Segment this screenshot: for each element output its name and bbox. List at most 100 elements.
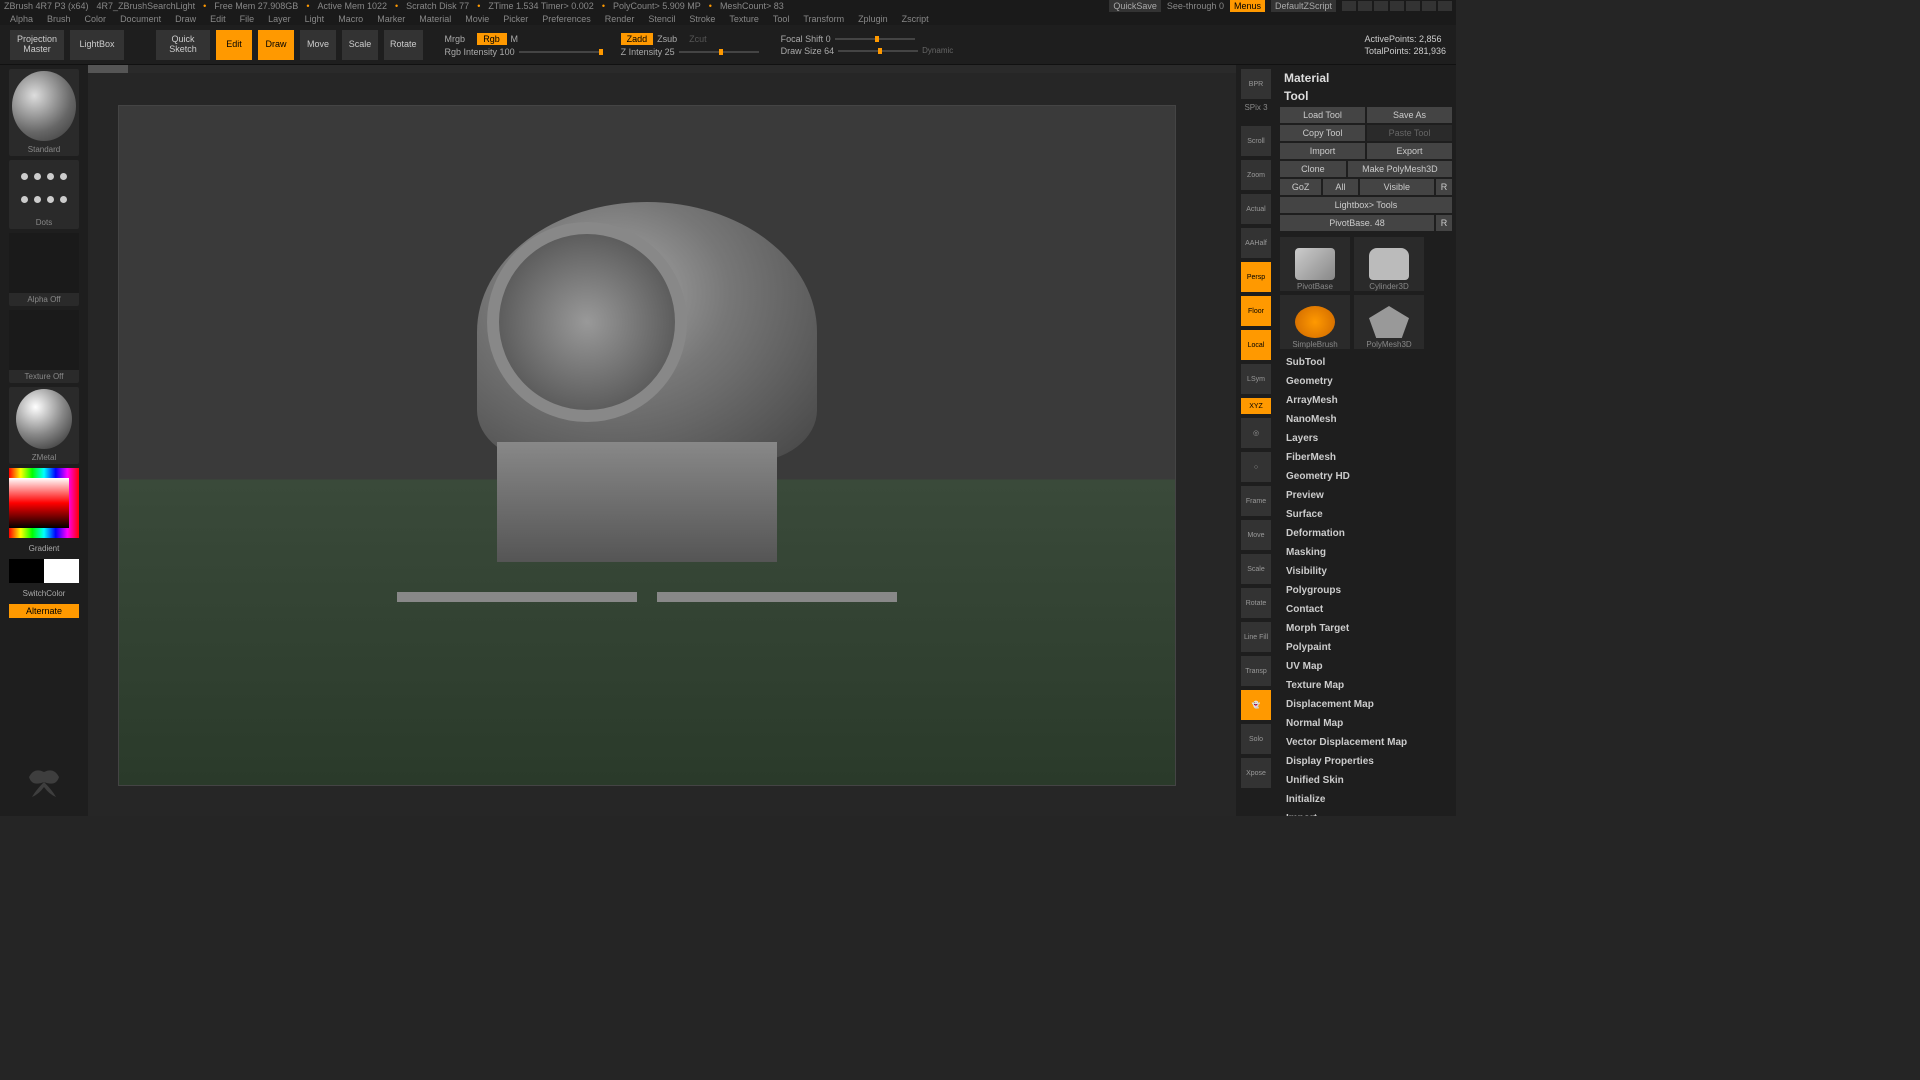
local-button[interactable]: Local <box>1241 330 1271 360</box>
section-subtool[interactable]: SubTool <box>1280 353 1452 372</box>
menu-item[interactable]: Layer <box>268 14 291 24</box>
menu-item[interactable]: Texture <box>729 14 759 24</box>
section-visibility[interactable]: Visibility <box>1280 562 1452 581</box>
pivot-slider[interactable]: PivotBase. 48 <box>1280 215 1434 231</box>
gradient-label[interactable]: Gradient <box>27 542 62 555</box>
clone-button[interactable]: Clone <box>1280 161 1346 177</box>
ghost-button[interactable]: 👻 <box>1241 690 1271 720</box>
paste-tool-button[interactable]: Paste Tool <box>1367 125 1452 141</box>
actual-button[interactable]: Actual <box>1241 194 1271 224</box>
section-initialize[interactable]: Initialize <box>1280 790 1452 809</box>
quicksketch-button[interactable]: Quick Sketch <box>156 30 210 60</box>
color-swatches[interactable] <box>9 559 79 583</box>
m-button[interactable]: M <box>511 34 539 44</box>
load-tool-button[interactable]: Load Tool <box>1280 107 1365 123</box>
material-header[interactable]: Material <box>1280 69 1452 87</box>
persp-button[interactable]: Persp <box>1241 262 1271 292</box>
menu-item[interactable]: Stroke <box>689 14 715 24</box>
viewport[interactable] <box>118 105 1176 786</box>
menu-item[interactable]: Render <box>605 14 635 24</box>
zcut-button[interactable]: Zcut <box>689 34 717 44</box>
section-geometry[interactable]: Geometry <box>1280 372 1452 391</box>
menu-item[interactable]: Zscript <box>902 14 929 24</box>
menu-item[interactable]: File <box>240 14 255 24</box>
draw-size-slider[interactable]: Draw Size 64 <box>781 46 835 56</box>
brush-selector[interactable]: Standard <box>9 69 79 156</box>
section-deformation[interactable]: Deformation <box>1280 524 1452 543</box>
scale-nav-button[interactable]: Scale <box>1241 554 1271 584</box>
menu-item[interactable]: Color <box>85 14 107 24</box>
section-geometryhd[interactable]: Geometry HD <box>1280 467 1452 486</box>
move-button[interactable]: Move <box>300 30 336 60</box>
section-texturemap[interactable]: Texture Map <box>1280 676 1452 695</box>
section-displacementmap[interactable]: Displacement Map <box>1280 695 1452 714</box>
window-icon[interactable] <box>1390 1 1404 11</box>
r-button[interactable]: R <box>1436 179 1452 195</box>
circle-button[interactable]: ○ <box>1241 452 1271 482</box>
lsym-button[interactable]: LSym <box>1241 364 1271 394</box>
solo-button[interactable]: Solo <box>1241 724 1271 754</box>
r-button-2[interactable]: R <box>1436 215 1452 231</box>
zadd-button[interactable]: Zadd <box>621 33 654 45</box>
menu-item[interactable]: Movie <box>465 14 489 24</box>
minimize-icon[interactable] <box>1406 1 1420 11</box>
goz-button[interactable]: GoZ <box>1280 179 1321 195</box>
seethrough-slider[interactable]: See-through 0 <box>1167 1 1224 11</box>
menu-item[interactable]: Edit <box>210 14 226 24</box>
aahalf-button[interactable]: AAHalf <box>1241 228 1271 258</box>
zoom-button[interactable]: Zoom <box>1241 160 1271 190</box>
all-button[interactable]: All <box>1323 179 1358 195</box>
tool-header[interactable]: Tool <box>1280 87 1452 105</box>
alpha-selector[interactable]: Alpha Off <box>9 233 79 306</box>
floor-button[interactable]: Floor <box>1241 296 1271 326</box>
section-preview[interactable]: Preview <box>1280 486 1452 505</box>
draw-button[interactable]: Draw <box>258 30 294 60</box>
zsub-button[interactable]: Zsub <box>657 34 685 44</box>
transp-button[interactable]: Transp <box>1241 656 1271 686</box>
window-icon[interactable] <box>1342 1 1356 11</box>
rotate-button[interactable]: Rotate <box>384 30 423 60</box>
visible-button[interactable]: Visible <box>1360 179 1434 195</box>
tool-thumb[interactable]: Cylinder3D <box>1354 237 1424 291</box>
section-vectordisp[interactable]: Vector Displacement Map <box>1280 733 1452 752</box>
scroll-button[interactable]: Scroll <box>1241 126 1271 156</box>
menu-item[interactable]: Material <box>419 14 451 24</box>
z-intensity-slider[interactable]: Z Intensity 25 <box>621 47 675 57</box>
stroke-selector[interactable]: Dots <box>9 160 79 229</box>
material-selector[interactable]: ZMetal <box>9 387 79 464</box>
switchcolor-button[interactable]: SwitchColor <box>21 587 68 600</box>
menu-item[interactable]: Macro <box>338 14 363 24</box>
color-picker[interactable] <box>9 468 79 538</box>
section-unifiedskin[interactable]: Unified Skin <box>1280 771 1452 790</box>
menu-item[interactable]: Stencil <box>648 14 675 24</box>
tool-thumb[interactable]: PolyMesh3D <box>1354 295 1424 349</box>
frame-button[interactable]: Frame <box>1241 486 1271 516</box>
rotate-nav-button[interactable]: Rotate <box>1241 588 1271 618</box>
section-fibermesh[interactable]: FiberMesh <box>1280 448 1452 467</box>
lightbox-button[interactable]: LightBox <box>70 30 124 60</box>
section-arraymesh[interactable]: ArrayMesh <box>1280 391 1452 410</box>
save-as-button[interactable]: Save As <box>1367 107 1452 123</box>
window-icon[interactable] <box>1374 1 1388 11</box>
copy-tool-button[interactable]: Copy Tool <box>1280 125 1365 141</box>
section-masking[interactable]: Masking <box>1280 543 1452 562</box>
texture-selector[interactable]: Texture Off <box>9 310 79 383</box>
section-polygroups[interactable]: Polygroups <box>1280 581 1452 600</box>
window-icon[interactable] <box>1358 1 1372 11</box>
xyz-button[interactable]: XYZ <box>1241 398 1271 414</box>
linefill-button[interactable]: Line Fill <box>1241 622 1271 652</box>
bpr-button[interactable]: BPR <box>1241 69 1271 99</box>
menu-item[interactable]: Document <box>120 14 161 24</box>
pointer-button[interactable]: ◎ <box>1241 418 1271 448</box>
menu-item[interactable]: Picker <box>503 14 528 24</box>
script-button[interactable]: DefaultZScript <box>1271 0 1336 12</box>
section-displayprops[interactable]: Display Properties <box>1280 752 1452 771</box>
focal-shift-slider[interactable]: Focal Shift 0 <box>781 34 831 44</box>
menu-item[interactable]: Preferences <box>542 14 591 24</box>
menu-item[interactable]: Alpha <box>10 14 33 24</box>
section-layers[interactable]: Layers <box>1280 429 1452 448</box>
section-surface[interactable]: Surface <box>1280 505 1452 524</box>
menu-item[interactable]: Marker <box>377 14 405 24</box>
export-button[interactable]: Export <box>1367 143 1452 159</box>
maximize-icon[interactable] <box>1422 1 1436 11</box>
